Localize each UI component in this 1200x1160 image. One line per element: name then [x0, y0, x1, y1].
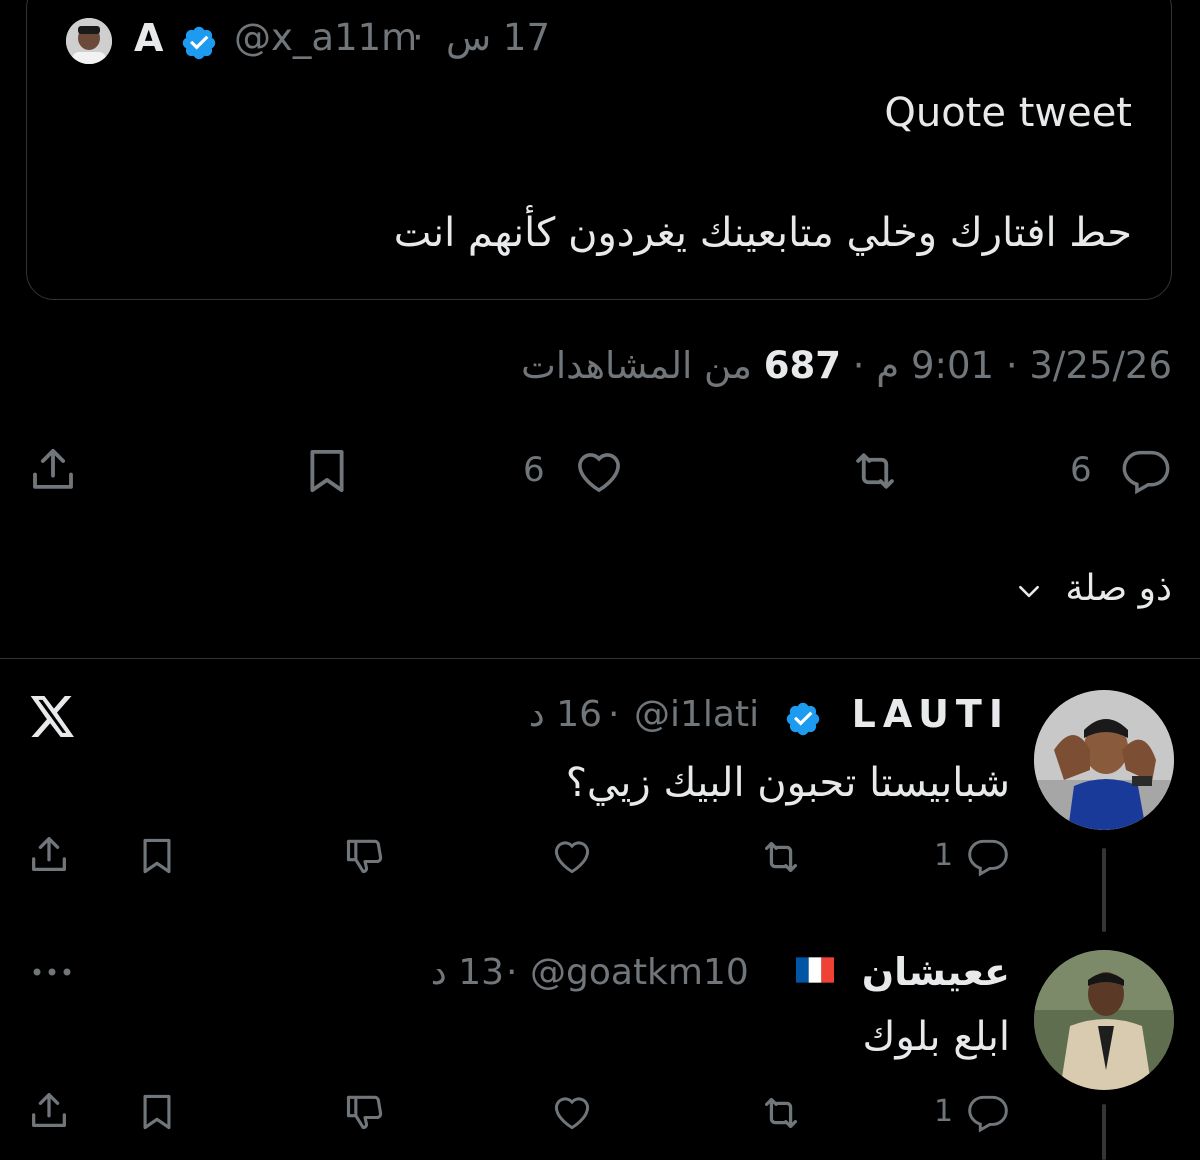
share-icon[interactable]	[26, 832, 72, 878]
reply1-reply-count[interactable]: 1	[934, 838, 953, 873]
more-options-icon[interactable]	[32, 966, 72, 978]
retweet-icon[interactable]	[846, 444, 904, 498]
bookmark-icon[interactable]	[134, 1090, 180, 1134]
reply2-time[interactable]: 13 د	[412, 952, 504, 993]
like-icon[interactable]	[570, 444, 628, 498]
like-icon[interactable]	[548, 834, 596, 878]
reply-icon[interactable]	[1118, 444, 1174, 496]
reply-count[interactable]: 6	[1070, 450, 1092, 490]
section-divider	[0, 658, 1200, 659]
reply2-reply-count[interactable]: 1	[934, 1094, 953, 1129]
flag-france-icon	[796, 956, 834, 984]
quoted-text-line1: Quote tweet	[884, 90, 1132, 136]
share-icon[interactable]	[26, 442, 80, 498]
reply1-time[interactable]: 16 د	[510, 694, 602, 735]
views-label: من المشاهدات	[520, 344, 752, 387]
reply2-handle[interactable]: @goatkm10	[530, 952, 749, 993]
bookmark-icon[interactable]	[300, 444, 354, 498]
chevron-down-icon[interactable]	[1016, 578, 1042, 604]
share-icon[interactable]	[26, 1088, 72, 1134]
quoted-handle[interactable]: @x_a11m	[234, 16, 417, 59]
reply-icon[interactable]	[964, 834, 1012, 878]
quoted-author-name[interactable]: A	[134, 16, 163, 60]
verified-badge-icon	[180, 24, 218, 66]
retweet-icon[interactable]	[756, 1090, 806, 1136]
quoted-time[interactable]: 17 س	[436, 16, 550, 59]
quoted-text-line2: حط افتارك وخلي متابعينك يغردون كأنهم انت	[393, 210, 1132, 256]
reply2-text: ابلع بلوك	[862, 1014, 1011, 1060]
retweet-icon[interactable]	[756, 834, 806, 880]
quoted-separator: ·	[412, 16, 424, 59]
quoted-avatar[interactable]	[66, 18, 112, 64]
dislike-icon[interactable]	[342, 834, 388, 878]
reply2-avatar[interactable]	[1034, 950, 1174, 1090]
verified-badge-icon	[784, 700, 822, 742]
like-icon[interactable]	[548, 1090, 596, 1134]
views-count[interactable]: 687	[764, 344, 841, 387]
reply1-text: شبابيستا تحبون البيك زيي؟	[565, 760, 1010, 806]
thread-connector	[1102, 1104, 1106, 1160]
tweet-date[interactable]: 3/25/26	[1029, 344, 1172, 387]
dislike-icon[interactable]	[342, 1090, 388, 1134]
related-label[interactable]: ذو صلة	[1065, 568, 1172, 609]
bookmark-icon[interactable]	[134, 834, 180, 878]
reply2-name[interactable]: ععيشان	[862, 950, 1010, 994]
like-count[interactable]: 6	[523, 450, 545, 490]
reply1-avatar[interactable]	[1034, 690, 1174, 830]
reply1-separator: ·	[608, 694, 620, 735]
x-logo-icon[interactable]	[30, 696, 76, 738]
tweet-meta: 3/25/26 · 9:01 م · 687 من المشاهدات	[520, 344, 1172, 387]
reply2-separator: ·	[506, 952, 518, 993]
tweet-time[interactable]: 9:01 م	[876, 344, 994, 387]
reply1-name[interactable]: LAUTI	[852, 692, 1010, 736]
reply-icon[interactable]	[964, 1090, 1012, 1134]
reply1-handle[interactable]: @i1lati	[634, 694, 759, 735]
thread-connector	[1102, 848, 1106, 932]
